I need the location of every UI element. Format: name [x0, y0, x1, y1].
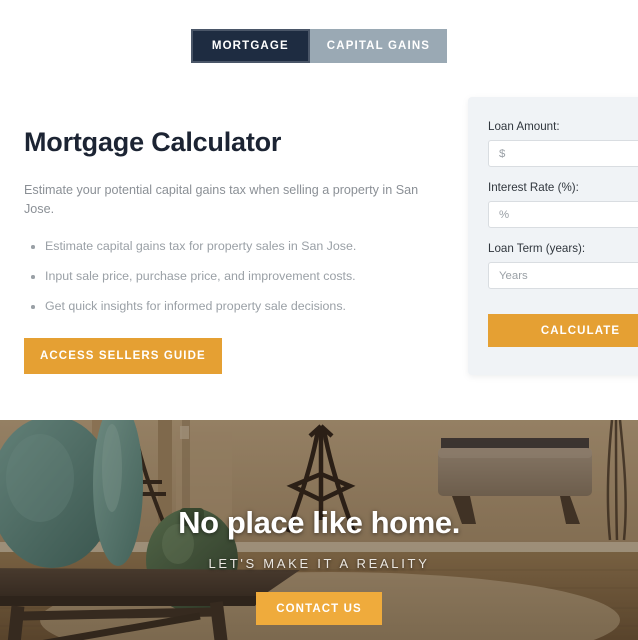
calculate-button[interactable]: CALCULATE	[488, 314, 638, 347]
list-item: Input sale price, purchase price, and im…	[24, 268, 444, 286]
hero-content: No place like home. LET'S MAKE IT A REAL…	[0, 420, 638, 640]
interest-rate-input[interactable]	[488, 201, 638, 228]
mortgage-calculator-panel: Loan Amount: Interest Rate (%): Loan Ter…	[468, 97, 638, 375]
access-sellers-guide-button[interactable]: ACCESS SELLERS GUIDE	[24, 338, 222, 375]
hero-title: No place like home.	[178, 505, 460, 540]
main-content-section: MORTGAGE CAPITAL GAINS Mortgage Calculat…	[0, 0, 638, 420]
calculator-tab-bar: MORTGAGE CAPITAL GAINS	[0, 29, 638, 63]
loan-amount-field-group: Loan Amount:	[488, 120, 638, 167]
tab-mortgage[interactable]: MORTGAGE	[190, 29, 310, 63]
page-title: Mortgage Calculator	[24, 127, 282, 157]
tab-capital-gains-label: CAPITAL GAINS	[326, 40, 431, 52]
list-item: Estimate capital gains tax for property …	[24, 238, 444, 256]
tab-capital-gains[interactable]: CAPITAL GAINS	[309, 29, 448, 63]
interest-rate-label: Interest Rate (%):	[488, 181, 579, 194]
loan-amount-input[interactable]	[488, 140, 638, 167]
contact-us-button[interactable]: CONTACT US	[256, 592, 382, 626]
loan-term-label: Loan Term (years):	[488, 242, 586, 255]
loan-term-input[interactable]	[488, 262, 638, 289]
tab-mortgage-label: MORTGAGE	[211, 40, 289, 52]
loan-amount-label: Loan Amount:	[488, 120, 560, 133]
page-subtitle: Estimate your potential capital gains ta…	[24, 183, 419, 217]
list-item: Get quick insights for informed property…	[24, 298, 444, 316]
feature-list: Estimate capital gains tax for property …	[24, 238, 444, 316]
hero-subtitle: LET'S MAKE IT A REALITY	[208, 556, 430, 572]
intro-column: Mortgage Calculator Estimate your potent…	[24, 126, 444, 375]
interest-rate-field-group: Interest Rate (%):	[488, 181, 638, 228]
loan-term-field-group: Loan Term (years):	[488, 242, 638, 289]
hero-section: No place like home. LET'S MAKE IT A REAL…	[0, 420, 638, 640]
